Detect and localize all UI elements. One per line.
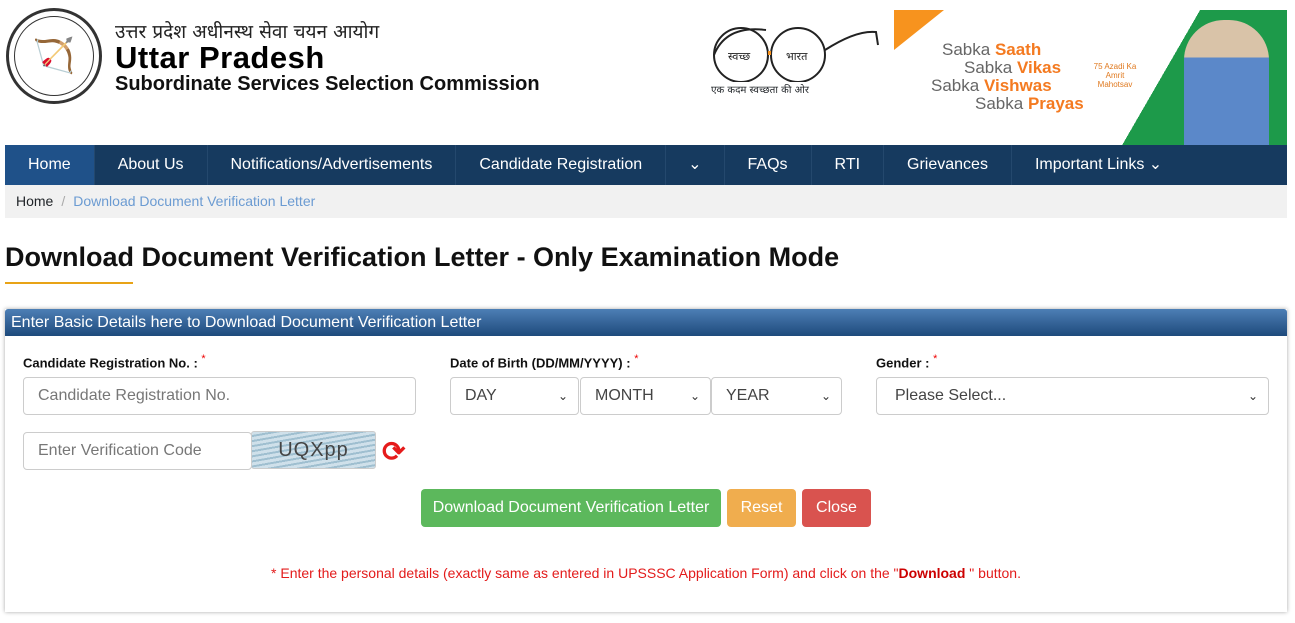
- swachh-left: स्वच्छ: [728, 51, 750, 63]
- gender-label: Gender : *: [876, 353, 938, 371]
- title-underline: [5, 282, 133, 284]
- chevron-down-icon: ⌄: [557, 389, 568, 403]
- reset-button[interactable]: Reset: [727, 489, 796, 527]
- swachh-right: भारत: [786, 51, 808, 63]
- banner-triangle: [894, 10, 944, 50]
- glasses-icon: स्वच्छ भारत: [713, 27, 879, 83]
- breadcrumb-separator: /: [61, 193, 66, 209]
- close-button[interactable]: Close: [802, 489, 871, 527]
- main-nav: Home About Us Notifications/Advertisemen…: [5, 145, 1287, 185]
- swachh-tagline: एक कदम स्वच्छता की ओर: [711, 85, 809, 96]
- nav-important-links[interactable]: Important Links ⌄: [1012, 145, 1185, 185]
- banner-line: Sabka Vishwas: [931, 76, 1052, 95]
- campaign-banner: Sabka Saath Sabka Vikas Sabka Vishwas Sa…: [894, 10, 1287, 145]
- nav-grievances[interactable]: Grievances: [884, 145, 1012, 185]
- up-government-logo[interactable]: 🏹: [6, 8, 102, 104]
- page-title: Download Document Verification Letter - …: [5, 242, 840, 272]
- gender-select[interactable]: Please Select... ⌄: [876, 377, 1269, 415]
- banner-line: Sabka Prayas: [975, 94, 1084, 113]
- nav-notifications[interactable]: Notifications/Advertisements: [208, 145, 457, 185]
- instruction-note: * Enter the personal details (exactly sa…: [271, 565, 1021, 581]
- dob-label: Date of Birth (DD/MM/YYYY) : *: [450, 353, 639, 371]
- azadi-ka-amrit-mahotsav-badge: 75 Azadi Ka Amrit Mahotsav: [1093, 62, 1137, 89]
- nav-candidate-registration[interactable]: Candidate Registration: [456, 145, 667, 185]
- dob-month-select[interactable]: MONTH ⌄: [580, 377, 711, 415]
- chevron-down-icon: ⌄: [1247, 389, 1258, 403]
- chevron-down-icon: ⌄: [820, 389, 831, 403]
- emblem-icon: 🏹: [14, 16, 94, 96]
- breadcrumb-current: Download Document Verification Letter: [73, 193, 316, 209]
- banner-line: Sabka Saath: [942, 40, 1042, 59]
- download-button[interactable]: Download Document Verification Letter: [421, 489, 721, 527]
- nav-rti[interactable]: RTI: [812, 145, 885, 185]
- captcha-image: UQXpp: [251, 431, 376, 469]
- form-panel: Enter Basic Details here to Download Doc…: [5, 309, 1287, 612]
- site-title: Uttar Pradesh: [115, 40, 325, 75]
- banner-line: Sabka Vikas: [964, 58, 1062, 77]
- nav-about-us[interactable]: About Us: [95, 145, 208, 185]
- nav-faqs[interactable]: FAQs: [725, 145, 812, 185]
- panel-heading: Enter Basic Details here to Download Doc…: [5, 309, 1287, 336]
- dob-day-select[interactable]: DAY ⌄: [450, 377, 579, 415]
- registration-input[interactable]: Candidate Registration No.: [23, 377, 416, 415]
- refresh-captcha-icon[interactable]: ⟳: [382, 435, 405, 468]
- verification-code-input[interactable]: Enter Verification Code: [23, 432, 252, 470]
- site-header: 🏹 उत्तर प्रदेश अधीनस्थ सेवा चयन आयोग Utt…: [0, 0, 1295, 145]
- dob-year-select[interactable]: YEAR ⌄: [711, 377, 842, 415]
- breadcrumb-home[interactable]: Home: [16, 193, 53, 209]
- nav-dropdown-chevron-icon[interactable]: ⌄: [666, 145, 725, 185]
- banner-portrait: [1184, 20, 1269, 145]
- swachh-bharat-logo: स्वच्छ भारत एक कदम स्वच्छता की ओर: [706, 20, 881, 100]
- breadcrumb: Home / Download Document Verification Lett…: [5, 185, 1287, 218]
- site-subtitle: Subordinate Services Selection Commissio…: [115, 73, 540, 95]
- nav-home[interactable]: Home: [5, 145, 95, 185]
- reg-label: Candidate Registration No. : *: [23, 353, 206, 371]
- chevron-down-icon: ⌄: [689, 389, 700, 403]
